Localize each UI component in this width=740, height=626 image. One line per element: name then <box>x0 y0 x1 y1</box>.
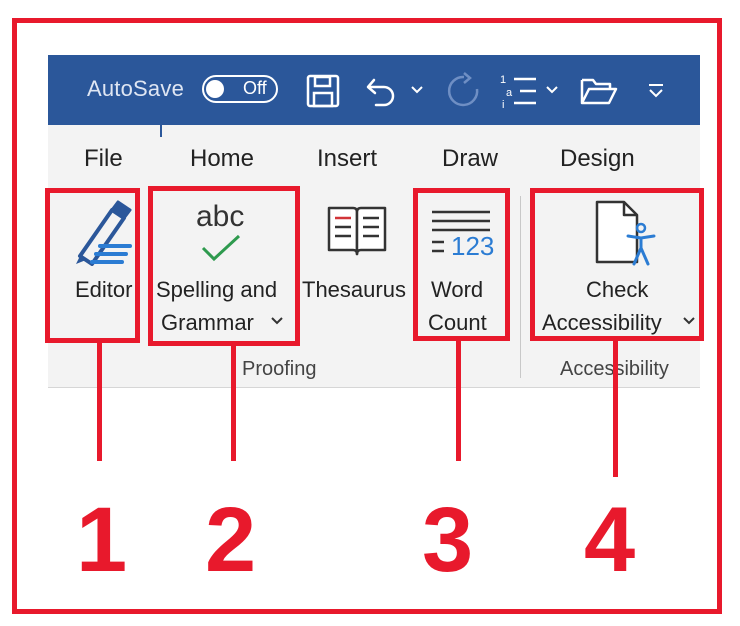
callout-box-spelling <box>148 186 300 346</box>
group-separator <box>520 196 521 378</box>
callout-line-4 <box>613 341 618 477</box>
tab-design[interactable]: Design <box>560 145 635 173</box>
callout-number-3: 3 <box>422 489 474 591</box>
callout-number-1: 1 <box>76 489 128 591</box>
callout-box-accessibility <box>530 188 704 341</box>
numbering-dropdown-chevron-icon[interactable] <box>545 85 559 95</box>
autosave-toggle-knob <box>206 80 224 98</box>
undo-dropdown-chevron-icon[interactable] <box>410 85 424 95</box>
svg-text:a: a <box>506 87 513 99</box>
svg-text:1: 1 <box>500 74 506 86</box>
autosave-label: AutoSave <box>87 76 185 101</box>
proofing-group-label: Proofing <box>242 358 317 380</box>
callout-line-3 <box>456 341 461 461</box>
svg-text:i: i <box>502 99 504 110</box>
thesaurus-button[interactable] <box>300 196 412 340</box>
ribbon-bottom-border <box>48 387 700 388</box>
tab-draw[interactable]: Draw <box>442 145 498 173</box>
tab-insert[interactable]: Insert <box>317 145 377 173</box>
redo-icon[interactable] <box>444 72 482 110</box>
save-icon[interactable] <box>305 74 341 108</box>
undo-icon[interactable] <box>364 74 402 108</box>
text-cursor-marker <box>160 125 162 137</box>
callout-box-word-count <box>413 188 510 341</box>
callout-line-2 <box>231 346 236 461</box>
tab-file[interactable]: File <box>84 145 123 173</box>
callout-number-2: 2 <box>205 489 257 591</box>
open-folder-icon[interactable] <box>580 76 618 106</box>
callout-line-1 <box>97 343 102 461</box>
autosave-state: Off <box>243 78 267 98</box>
callout-box-editor <box>45 188 140 343</box>
callout-number-4: 4 <box>584 489 636 591</box>
customize-toolbar-icon[interactable] <box>646 82 666 100</box>
numbering-icon[interactable]: 1 a i <box>498 72 540 110</box>
tab-home[interactable]: Home <box>190 145 254 173</box>
